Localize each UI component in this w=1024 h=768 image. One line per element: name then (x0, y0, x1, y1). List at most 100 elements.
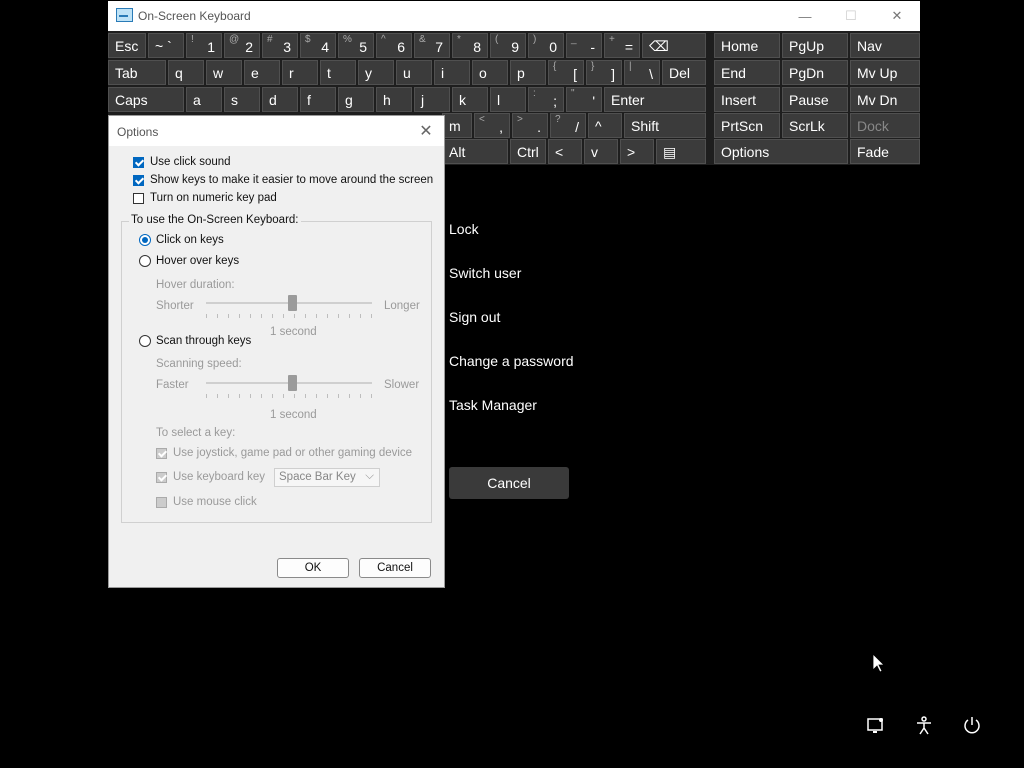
show-keys-checkbox[interactable] (133, 174, 144, 186)
key-1-9[interactable]: o (472, 60, 508, 85)
key-0-5[interactable]: $4 (300, 33, 336, 58)
key-2-11[interactable]: " ' (566, 87, 602, 112)
scan-keys-radio[interactable] (139, 335, 151, 347)
keyboard-key-option[interactable]: Use keyboard key (156, 471, 265, 483)
key-0-2[interactable]: ! 1 (186, 33, 222, 58)
key-select-dropdown[interactable]: Space Bar Key ⌵ (274, 468, 380, 487)
key-2-5[interactable]: g (338, 87, 374, 112)
hover-slider-thumb[interactable] (288, 295, 297, 311)
menu-task-manager[interactable]: Task Manager (449, 397, 537, 413)
menu-change-password[interactable]: Change a password (449, 353, 574, 369)
key-0-13[interactable]: + = (604, 33, 640, 58)
key-4-0[interactable]: Alt (442, 139, 508, 164)
numeric-pad-option[interactable]: Turn on numeric key pad (133, 192, 277, 204)
minimize-icon[interactable]: — (782, 1, 828, 31)
key-0-14[interactable]: ⌫ (642, 33, 706, 58)
key-0-1[interactable]: ~ ` (148, 33, 184, 58)
key-2-6[interactable]: h (376, 87, 412, 112)
key-1-6[interactable]: y (358, 60, 394, 85)
key-4-4[interactable]: > (620, 139, 654, 164)
key-1-14[interactable]: Del (662, 60, 706, 85)
close-icon[interactable]: ✕ (414, 120, 438, 142)
key-1-11[interactable]: {[ (548, 60, 584, 85)
key-0-8[interactable]: & 7 (414, 33, 450, 58)
key-3-3[interactable]: ? / (550, 113, 586, 138)
accessibility-icon[interactable] (914, 716, 934, 736)
key-2-4[interactable]: f (300, 87, 336, 112)
joystick-checkbox[interactable] (156, 447, 167, 459)
key-2-8[interactable]: k (452, 87, 488, 112)
key-2-1[interactable]: a (186, 87, 222, 112)
key-4-3[interactable]: v (584, 139, 618, 164)
nav-key-4-0[interactable]: Options (714, 139, 848, 164)
maximize-icon[interactable]: ☐ (828, 1, 874, 31)
nav-key-1-2[interactable]: Mv Up (850, 60, 920, 85)
key-3-5[interactable]: Shift (624, 113, 706, 138)
key-1-0[interactable]: Tab (108, 60, 166, 85)
key-0-9[interactable]: * 8 (452, 33, 488, 58)
key-0-10[interactable]: (9 (490, 33, 526, 58)
key-2-2[interactable]: s (224, 87, 260, 112)
key-1-2[interactable]: w (206, 60, 242, 85)
key-3-4[interactable]: ^ (588, 113, 622, 138)
key-1-7[interactable]: u (396, 60, 432, 85)
nav-key-1-0[interactable]: End (714, 60, 780, 85)
key-2-3[interactable]: d (262, 87, 298, 112)
mouse-click-checkbox[interactable] (156, 496, 167, 508)
show-keys-option[interactable]: Show keys to make it easier to move arou… (133, 174, 433, 186)
power-icon[interactable] (962, 716, 982, 736)
key-2-12[interactable]: Enter (604, 87, 706, 112)
hover-over-keys-radio[interactable] (139, 255, 151, 267)
joystick-option[interactable]: Use joystick, game pad or other gaming d… (156, 447, 412, 459)
key-4-2[interactable]: < (548, 139, 582, 164)
nav-key-2-1[interactable]: Pause (782, 87, 848, 112)
nav-key-3-2[interactable]: Dock (850, 113, 920, 138)
key-0-12[interactable]: _ - (566, 33, 602, 58)
key-1-3[interactable]: e (244, 60, 280, 85)
click-sound-checkbox[interactable] (133, 156, 144, 168)
key-0-7[interactable]: ^ 6 (376, 33, 412, 58)
key-2-9[interactable]: l (490, 87, 526, 112)
key-4-1[interactable]: Ctrl (510, 139, 546, 164)
nav-key-0-1[interactable]: PgUp (782, 33, 848, 58)
key-1-1[interactable]: q (168, 60, 204, 85)
hover-over-keys-option[interactable]: Hover over keys (139, 255, 239, 267)
key-1-8[interactable]: i (434, 60, 470, 85)
ok-button[interactable]: OK (277, 558, 349, 578)
key-1-4[interactable]: r (282, 60, 318, 85)
key-3-2[interactable]: >. (512, 113, 548, 138)
nav-key-2-0[interactable]: Insert (714, 87, 780, 112)
key-1-5[interactable]: t (320, 60, 356, 85)
key-3-1[interactable]: <, (474, 113, 510, 138)
key-0-11[interactable]: ) 0 (528, 33, 564, 58)
scan-speed-slider[interactable] (206, 375, 372, 391)
key-0-6[interactable]: % 5 (338, 33, 374, 58)
click-sound-option[interactable]: Use click sound (133, 156, 231, 168)
key-3-0[interactable]: m (442, 113, 472, 138)
key-0-3[interactable]: @2 (224, 33, 260, 58)
menu-lock[interactable]: Lock (449, 221, 479, 237)
key-0-0[interactable]: Esc (108, 33, 146, 58)
scan-slider-thumb[interactable] (288, 375, 297, 391)
key-1-13[interactable]: | \ (624, 60, 660, 85)
nav-key-3-0[interactable]: PrtScn (714, 113, 780, 138)
scan-keys-option[interactable]: Scan through keys (139, 335, 251, 347)
menu-sign-out[interactable]: Sign out (449, 309, 500, 325)
key-2-0[interactable]: Caps (108, 87, 184, 112)
hover-duration-slider[interactable] (206, 295, 372, 311)
key-0-4[interactable]: #3 (262, 33, 298, 58)
key-2-10[interactable]: :; (528, 87, 564, 112)
menu-switch-user[interactable]: Switch user (449, 265, 521, 281)
cancel-button[interactable]: Cancel (449, 467, 569, 499)
nav-key-0-0[interactable]: Home (714, 33, 780, 58)
nav-key-1-1[interactable]: PgDn (782, 60, 848, 85)
network-icon[interactable] (866, 716, 886, 736)
key-1-12[interactable]: }] (586, 60, 622, 85)
nav-key-0-2[interactable]: Nav (850, 33, 920, 58)
key-4-5[interactable]: ▤ (656, 139, 706, 164)
nav-key-3-1[interactable]: ScrLk (782, 113, 848, 138)
nav-key-2-2[interactable]: Mv Dn (850, 87, 920, 112)
click-on-keys-radio[interactable] (139, 234, 151, 246)
nav-key-4-1[interactable]: Fade (850, 139, 920, 164)
dialog-cancel-button[interactable]: Cancel (359, 558, 431, 578)
